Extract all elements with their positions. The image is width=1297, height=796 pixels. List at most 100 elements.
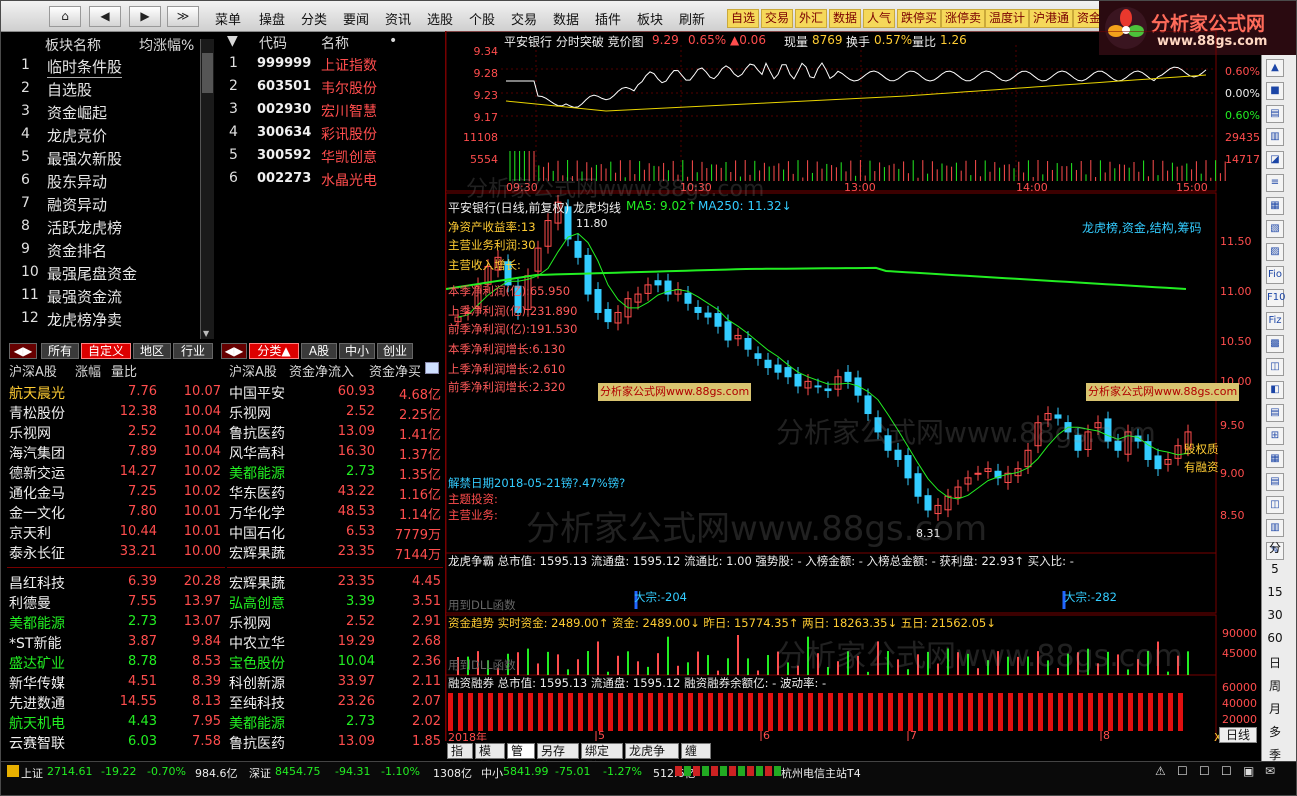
rank-stock-name[interactable]: 昌红科技 [9, 573, 65, 593]
menu-item-3[interactable]: 要闻 [343, 9, 369, 28]
rank-stock-name[interactable]: 中国平安 [229, 383, 285, 403]
rank-stock-name[interactable]: 盛达矿业 [9, 653, 65, 673]
period-6[interactable]: 周 [1266, 677, 1284, 694]
rank-stock-name[interactable]: 京天利 [9, 523, 51, 543]
sidebar-tool-icon[interactable]: ■ [1266, 82, 1284, 100]
sidebar-tool-icon[interactable]: ⊞ [1266, 427, 1284, 445]
sidebar-tool-icon[interactable]: ▩ [1266, 335, 1284, 353]
status-icon-0[interactable]: ⚠ [1155, 764, 1166, 778]
rank-stock-name[interactable]: 航天晨光 [9, 383, 65, 403]
rank-stock-name[interactable]: 乐视网 [229, 403, 271, 423]
rank-stock-name[interactable]: 宏辉果蔬 [229, 573, 285, 593]
block-item[interactable]: 临时条件股 [47, 56, 123, 78]
quick-button-0[interactable]: 自选 [727, 9, 760, 28]
stock-code[interactable]: 002273 [257, 171, 311, 186]
block-item[interactable]: 资金排名 [47, 240, 107, 261]
tabs-left-arrow[interactable]: ◀▶ [9, 343, 37, 359]
menu-item-0[interactable]: 菜单 [215, 9, 241, 28]
rank-stock-name[interactable]: 万华化学 [229, 503, 285, 523]
bottom-tab-4[interactable]: 绑定到 [581, 743, 623, 773]
sidebar-tool-icon[interactable]: ▤ [1266, 105, 1284, 123]
stock-name[interactable]: 彩讯股份 [321, 124, 377, 144]
sidebar-tool-icon[interactable]: ▥ [1266, 519, 1284, 537]
sidebar-tool-icon[interactable]: ◫ [1266, 496, 1284, 514]
block-item[interactable]: 自选股 [47, 79, 92, 100]
stock-code[interactable]: 002930 [257, 102, 311, 117]
status-icon-3[interactable]: ☐ [1221, 764, 1232, 778]
rank-stock-name[interactable]: 德新交运 [9, 463, 65, 483]
block-item[interactable]: 活跃龙虎榜 [47, 217, 122, 238]
bottom-tab-3[interactable]: 另存为 [537, 743, 579, 773]
quick-button-7[interactable]: 温度计 [985, 9, 1030, 28]
tabs-right-arrow[interactable]: ◀▶ [221, 343, 247, 359]
expand-down-button[interactable]: ≫ [167, 6, 199, 27]
rank-stock-name[interactable]: 至纯科技 [229, 693, 285, 713]
rank-stock-name[interactable]: 乐视网 [9, 423, 51, 443]
sidebar-tool-icon[interactable]: ▦ [1266, 197, 1284, 215]
block-list-scroll-thumb[interactable] [202, 53, 213, 93]
menu-item-7[interactable]: 交易 [511, 9, 537, 28]
menu-item-9[interactable]: 插件 [595, 9, 621, 28]
period-5[interactable]: 日 [1266, 654, 1284, 671]
period-3[interactable]: 30 [1266, 608, 1284, 622]
period-0[interactable]: 分 [1266, 539, 1284, 556]
rank-stock-name[interactable]: 鲁抗医药 [229, 733, 285, 753]
block-item[interactable]: 最强尾盘资金 [47, 263, 137, 284]
grid-icon[interactable] [425, 362, 439, 374]
period-selector[interactable]: 日线 [1219, 727, 1257, 743]
block-list-scrollbar[interactable]: ▼ [200, 39, 214, 339]
sidebar-tool-icon[interactable]: ▦ [1266, 450, 1284, 468]
rank-stock-name[interactable]: 中国石化 [229, 523, 285, 543]
tab-left-2[interactable]: 地区 [133, 343, 171, 359]
stock-code[interactable]: 603501 [257, 79, 311, 94]
menu-item-1[interactable]: 操盘 [259, 9, 285, 28]
rank-stock-name[interactable]: 风华高科 [229, 443, 285, 463]
sidebar-tool-icon[interactable]: ▨ [1266, 243, 1284, 261]
bottom-tab-1[interactable]: 模板 [475, 743, 505, 773]
rank-stock-name[interactable]: 宏辉果蔬 [229, 543, 285, 563]
quick-button-6[interactable]: 涨停卖 [941, 9, 986, 28]
menu-item-2[interactable]: 分类 [301, 9, 327, 28]
stock-code[interactable]: 300634 [257, 125, 311, 140]
sidebar-tool-icon[interactable]: ≡ [1266, 174, 1284, 192]
back-button[interactable]: ◀ [89, 6, 121, 27]
tab-right-1[interactable]: A股 [301, 343, 337, 359]
menu-item-6[interactable]: 个股 [469, 9, 495, 28]
period-8[interactable]: 多 [1266, 723, 1284, 740]
sidebar-tool-icon[interactable]: ◪ [1266, 151, 1284, 169]
rank-stock-name[interactable]: 美都能源 [229, 713, 285, 733]
tab-left-3[interactable]: 行业 [173, 343, 213, 359]
block-item[interactable]: 股东异动 [47, 171, 107, 192]
tab-left-1[interactable]: 自定义 [81, 343, 131, 359]
period-1[interactable]: 5 [1266, 562, 1284, 576]
status-icon-4[interactable]: ▣ [1243, 764, 1254, 778]
bottom-tab-0[interactable]: 指标 [447, 743, 473, 773]
rank-stock-name[interactable]: 宝色股份 [229, 653, 285, 673]
bottom-tab-5[interactable]: 龙虎争霸 [625, 743, 679, 773]
scroll-down-icon[interactable]: ▼ [203, 329, 209, 338]
tab-left-0[interactable]: 所有 [41, 343, 79, 359]
bottom-tab-6[interactable]: 缠论 [681, 743, 711, 773]
bottom-tab-2[interactable]: 管理 [507, 743, 535, 773]
rank-stock-name[interactable]: 鲁抗医药 [229, 423, 285, 443]
sidebar-tool-icon[interactable]: ▤ [1266, 473, 1284, 491]
stock-code[interactable]: 999999 [257, 56, 311, 71]
rank-stock-name[interactable]: *ST新能 [9, 633, 61, 653]
status-icon-2[interactable]: ☐ [1199, 764, 1210, 778]
status-icon-5[interactable]: ✉ [1265, 764, 1275, 778]
forward-button[interactable]: ▶ [129, 6, 161, 27]
rank-stock-name[interactable]: 科创新源 [229, 673, 285, 693]
menu-item-10[interactable]: 板块 [637, 9, 663, 28]
sidebar-tool-icon[interactable]: ▤ [1266, 404, 1284, 422]
rank-stock-name[interactable]: 美都能源 [9, 613, 65, 633]
block-item[interactable]: 资金崛起 [47, 102, 107, 123]
rank-stock-name[interactable]: 海汽集团 [9, 443, 65, 463]
sidebar-tool-icon[interactable]: Fio [1266, 266, 1284, 284]
rank-stock-name[interactable]: 青松股份 [9, 403, 65, 423]
rank-stock-name[interactable]: 通化金马 [9, 483, 65, 503]
stock-name[interactable]: 华凯创意 [321, 147, 377, 167]
stock-name[interactable]: 宏川智慧 [321, 101, 377, 121]
period-7[interactable]: 月 [1266, 700, 1284, 717]
rank-stock-name[interactable]: 新华传媒 [9, 673, 65, 693]
rank-stock-name[interactable]: 美都能源 [229, 463, 285, 483]
